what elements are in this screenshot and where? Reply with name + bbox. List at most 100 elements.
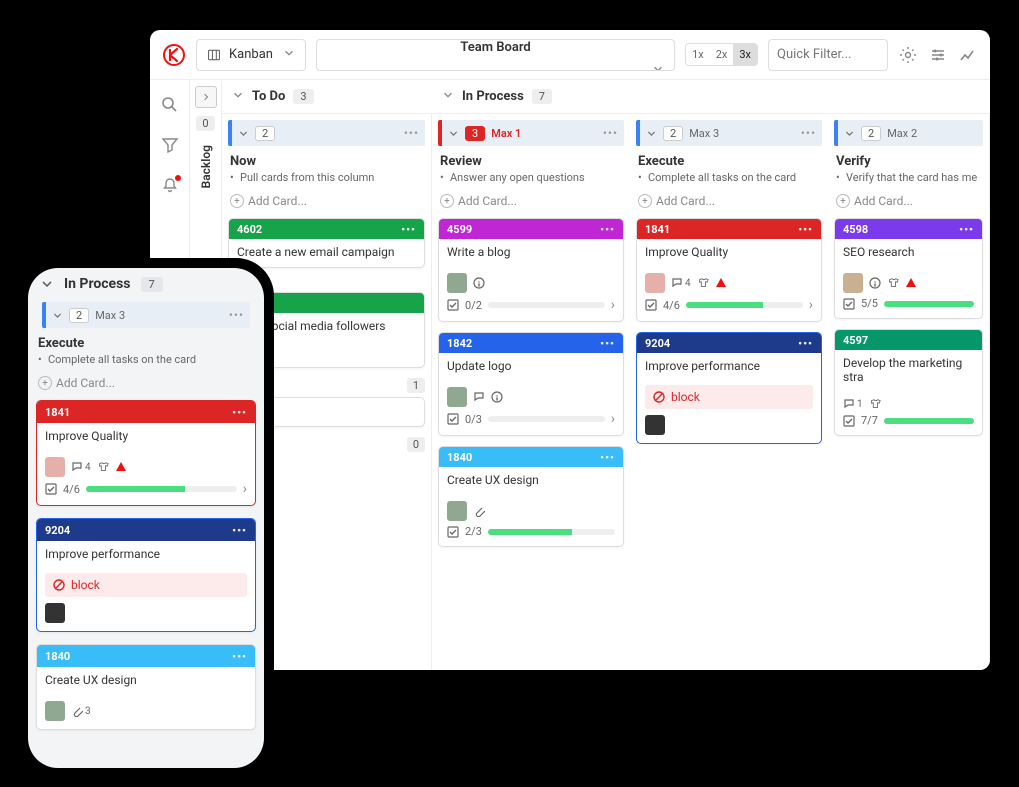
card-4602[interactable]: 4602••• Create a new email campaign <box>228 218 425 268</box>
card-menu-icon[interactable]: ••• <box>232 406 247 419</box>
column-headers: To Do 3 In Process 7 <box>222 80 990 114</box>
board-label: Team Board <box>460 40 530 55</box>
column-header-todo[interactable]: To Do 3 <box>222 80 432 113</box>
card-1842[interactable]: 1842••• Update logo 0/3› <box>438 332 624 436</box>
zoom-1x[interactable]: 1x <box>686 44 710 65</box>
quick-filter-input[interactable] <box>768 39 888 71</box>
add-card-button[interactable]: +Add Card... <box>438 190 624 218</box>
stray-count: 1 <box>407 378 425 393</box>
add-card-button[interactable]: +Add Card... <box>228 190 425 218</box>
card-1841[interactable]: 1841••• Improve Quality 4 4/6› <box>636 218 822 322</box>
card-9204[interactable]: 9204••• Improve performance block <box>636 332 822 444</box>
card-title: Improve Quality <box>637 239 821 267</box>
card-header: 1841••• <box>637 219 821 239</box>
card-header: 4598••• <box>835 219 982 239</box>
chevron-right-icon[interactable]: › <box>611 411 615 427</box>
phone-card-1840[interactable]: 1840••• Create UX design 3 <box>36 644 256 730</box>
sub-count: 2 <box>663 126 683 141</box>
tasks-icon <box>843 415 855 427</box>
sub-count: 2 <box>255 126 275 141</box>
subcolumn-review: 3 Max 1 ••• Review Answer any open quest… <box>432 114 630 670</box>
card-menu-icon[interactable]: ••• <box>600 223 615 236</box>
card-header: 1840••• <box>439 447 623 467</box>
subcolumn-header[interactable]: 2 Max 2 <box>834 120 983 146</box>
chevron-right-icon[interactable]: › <box>243 481 247 497</box>
add-card-button[interactable]: +Add Card... <box>636 190 822 218</box>
chart-icon[interactable] <box>958 45 978 65</box>
comments-icon: 1 <box>843 398 863 410</box>
card-header: 4602••• <box>229 219 424 239</box>
avatar <box>447 273 467 293</box>
card-header: 4597 <box>835 330 982 350</box>
subcolumn-header[interactable]: 3 Max 1 ••• <box>438 120 624 146</box>
search-icon[interactable] <box>161 96 179 114</box>
more-icon[interactable]: ••• <box>229 308 244 322</box>
subcolumn-header[interactable]: 2 Max 3 ••• <box>42 302 250 328</box>
tasks-icon <box>45 483 57 495</box>
more-icon[interactable]: ••• <box>603 126 618 140</box>
warning-icon <box>115 461 127 473</box>
block-badge: block <box>645 385 813 409</box>
card-1840[interactable]: 1840••• Create UX design 2/3 <box>438 446 624 547</box>
subcolumn-header[interactable]: 2 Max 3 ••• <box>636 120 822 146</box>
block-badge: block <box>45 573 247 597</box>
filter-icon[interactable] <box>161 136 179 154</box>
zoom-3x[interactable]: 3x <box>733 44 757 65</box>
card-menu-icon[interactable]: ••• <box>600 451 615 464</box>
chevron-right-icon[interactable]: › <box>611 297 615 313</box>
more-icon[interactable]: ••• <box>404 126 419 140</box>
column-count: 3 <box>293 89 313 104</box>
card-menu-icon[interactable]: ••• <box>600 337 615 350</box>
phone-card-9204[interactable]: 9204••• Improve performance block <box>36 518 256 632</box>
gear-icon[interactable] <box>898 45 918 65</box>
card-title: Create a new email campaign <box>229 239 424 267</box>
card-header: 9204••• <box>37 519 255 541</box>
card-4599[interactable]: 4599••• Write a blog 0/2› <box>438 218 624 322</box>
backlog-label: Backlog <box>199 145 213 188</box>
card-4598[interactable]: 4598••• SEO research 5/5 <box>834 218 983 319</box>
notification-dot <box>175 175 181 181</box>
sub-hint: Verify that the card has me <box>834 171 983 190</box>
subcolumn-header[interactable]: 2 ••• <box>228 120 425 146</box>
card-menu-icon[interactable]: ••• <box>798 223 813 236</box>
view-select[interactable]: Kanban <box>196 39 306 71</box>
add-card-button[interactable]: +Add Card... <box>834 190 983 218</box>
card-title: Create UX design <box>439 467 623 495</box>
card-menu-icon[interactable]: ••• <box>798 337 813 350</box>
avatar <box>45 701 65 721</box>
chevron-down-icon <box>442 89 454 105</box>
app-logo[interactable] <box>162 43 186 67</box>
bell-icon[interactable] <box>161 176 179 194</box>
tasks-icon <box>447 413 459 425</box>
phone-card-1841[interactable]: 1841••• Improve Quality 4 4/6› <box>36 400 256 506</box>
backlog-count: 0 <box>196 116 214 131</box>
view-label: Kanban <box>229 47 273 62</box>
phone-column-header[interactable]: In Process 7 <box>28 268 264 296</box>
sub-title: Now <box>228 150 425 171</box>
warning-icon <box>715 277 727 289</box>
sliders-icon[interactable] <box>928 45 948 65</box>
sub-hint: Complete all tasks on the card <box>36 353 256 372</box>
card-menu-icon[interactable]: ••• <box>232 524 247 537</box>
board-select[interactable]: Team Board <box>316 39 675 71</box>
card-menu-icon[interactable]: ••• <box>401 223 416 236</box>
clip-icon: 3 <box>71 705 91 717</box>
column-header-inprocess[interactable]: In Process 7 <box>432 80 562 113</box>
chevron-right-icon[interactable]: › <box>809 297 813 313</box>
chevron-down-icon <box>232 89 244 105</box>
info-icon <box>473 277 485 289</box>
zoom-2x[interactable]: 2x <box>710 44 734 65</box>
more-icon[interactable]: ••• <box>801 126 816 140</box>
tasks-icon <box>645 299 657 311</box>
avatar <box>645 273 665 293</box>
sub-count: 2 <box>69 308 89 323</box>
expand-backlog-button[interactable] <box>195 86 217 108</box>
add-card-button[interactable]: +Add Card... <box>36 372 256 400</box>
card-4597[interactable]: 4597 Develop the marketing stra 1 7/7 <box>834 329 983 436</box>
avatar <box>843 273 863 293</box>
zoom-switch[interactable]: 1x 2x 3x <box>685 43 758 66</box>
card-menu-icon[interactable]: ••• <box>232 650 247 663</box>
avatar <box>447 501 467 521</box>
card-title: SEO research <box>835 239 982 267</box>
card-menu-icon[interactable]: ••• <box>959 223 974 236</box>
